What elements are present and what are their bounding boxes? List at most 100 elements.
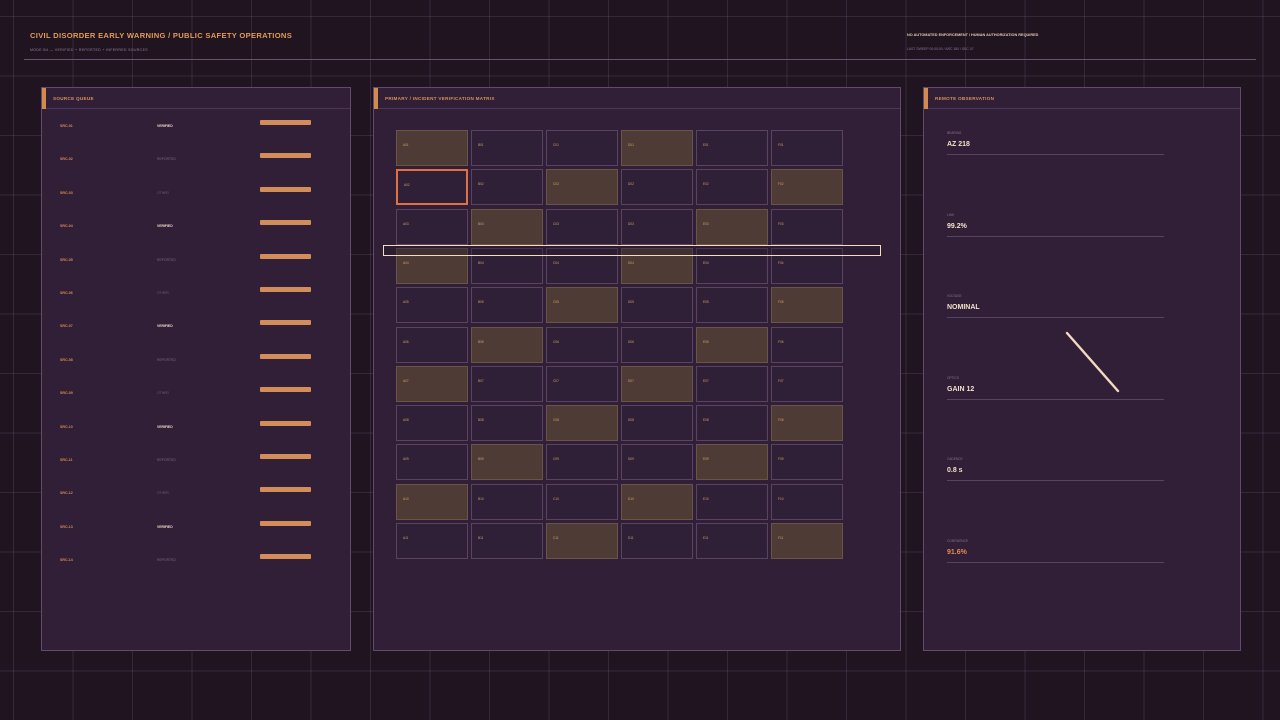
source-queue-row[interactable]: SRC-10 VERIFIED (42, 420, 352, 433)
matrix-cell[interactable]: C01 (546, 130, 618, 166)
matrix-cell-label: B05 (478, 300, 484, 305)
matrix-cell-label: A06 (403, 339, 409, 344)
scan-line-overlay[interactable] (383, 245, 881, 256)
source-queue-row[interactable]: SRC-04 VERIFIED (42, 220, 352, 232)
matrix-cell[interactable]: D06 (621, 326, 693, 363)
matrix-cell[interactable]: B01 (471, 130, 543, 166)
matrix-cell[interactable]: A07 (396, 365, 468, 402)
matrix-cell[interactable]: F02 (771, 169, 843, 206)
matrix-cell[interactable]: B07 (471, 365, 543, 402)
matrix-cell-label: F05 (778, 300, 784, 305)
matrix-cell[interactable]: C08 (546, 405, 618, 442)
source-queue-row[interactable]: SRC-06 OTHER (42, 287, 352, 299)
source-queue-row[interactable]: SRC-07 VERIFIED (42, 320, 352, 332)
matrix-cell[interactable]: A03 (396, 208, 468, 245)
matrix-cell[interactable]: C07 (546, 365, 618, 402)
matrix-cell[interactable]: E02 (696, 169, 768, 206)
matrix-cell[interactable]: F01 (771, 130, 843, 166)
source-queue-row[interactable]: SRC-11 REPORTED (42, 454, 352, 466)
matrix-cell[interactable]: B02 (471, 169, 543, 206)
matrix-cell[interactable]: A08 (396, 405, 468, 442)
matrix-cell[interactable]: D05 (621, 287, 693, 324)
source-status: VERIFIED (157, 324, 173, 329)
matrix-cell-label: A09 (403, 457, 409, 462)
source-queue-row[interactable]: SRC-02 REPORTED (42, 153, 352, 165)
matrix-cell[interactable]: C02 (546, 169, 618, 206)
matrix-cell[interactable]: D10 (621, 483, 693, 520)
matrix-cell-label: E03 (703, 221, 709, 226)
matrix-cell-label: C05 (553, 300, 559, 305)
observation-item: BEARING AZ 218 (947, 131, 1164, 155)
matrix-cell[interactable]: E07 (696, 365, 768, 402)
matrix-cell[interactable]: F05 (771, 287, 843, 324)
source-queue-row[interactable]: SRC-03 OTHER (42, 186, 352, 199)
matrix-cell[interactable]: F08 (771, 405, 843, 442)
matrix-cell[interactable]: D03 (621, 208, 693, 245)
matrix-cell[interactable]: E08 (696, 405, 768, 442)
source-queue-row[interactable]: SRC-13 VERIFIED (42, 520, 352, 533)
source-queue-row[interactable]: SRC-14 REPORTED (42, 554, 352, 566)
matrix-cell[interactable]: C09 (546, 444, 618, 481)
matrix-cell[interactable]: D11 (621, 523, 693, 559)
matrix-cell[interactable]: A05 (396, 287, 468, 324)
source-queue-row[interactable]: SRC-05 REPORTED (42, 253, 352, 266)
matrix-cell[interactable]: A06 (396, 326, 468, 363)
matrix-cell[interactable]: A11 (396, 523, 468, 559)
matrix-cell[interactable]: B11 (471, 523, 543, 559)
matrix-cell-label: D07 (628, 378, 634, 383)
matrix-cell-label: E01 (703, 143, 709, 147)
source-queue-row[interactable]: SRC-08 REPORTED (42, 353, 352, 366)
matrix-cell[interactable]: C05 (546, 287, 618, 324)
matrix-cell[interactable]: D01 (621, 130, 693, 166)
matrix-cell[interactable]: C11 (546, 523, 618, 559)
matrix-cell[interactable]: A10 (396, 483, 468, 520)
matrix-cell[interactable]: C06 (546, 326, 618, 363)
matrix-cell-label: D01 (628, 143, 634, 147)
matrix-cell-label: B01 (478, 143, 484, 147)
matrix-cell[interactable]: E05 (696, 287, 768, 324)
matrix-cell[interactable]: F07 (771, 365, 843, 402)
matrix-cell[interactable]: D09 (621, 444, 693, 481)
matrix-cell[interactable]: B03 (471, 208, 543, 245)
header-subtitle: MODE B4 — VERIFIED + REPORTED + INFERRED… (30, 48, 148, 52)
matrix-cell[interactable]: D07 (621, 365, 693, 402)
matrix-cell[interactable]: B06 (471, 326, 543, 363)
matrix-cell[interactable]: E10 (696, 483, 768, 520)
matrix-cell[interactable]: F10 (771, 483, 843, 520)
matrix-cell-label: A02 (404, 183, 410, 188)
matrix-cell-label: F02 (778, 182, 784, 187)
matrix-cell[interactable]: E11 (696, 523, 768, 559)
matrix-cell[interactable]: E09 (696, 444, 768, 481)
source-id: SRC-03 (60, 190, 73, 195)
matrix-cell[interactable]: A01 (396, 130, 468, 166)
matrix-cell[interactable]: C10 (546, 483, 618, 520)
matrix-cell[interactable]: E03 (696, 208, 768, 245)
matrix-cell[interactable]: F03 (771, 208, 843, 245)
matrix-cell-label: E02 (703, 182, 709, 187)
matrix-cell[interactable]: B10 (471, 483, 543, 520)
matrix-cell-label: C08 (553, 418, 559, 423)
source-queue-row[interactable]: SRC-09 OTHER (42, 387, 352, 399)
matrix-cell[interactable]: B05 (471, 287, 543, 324)
matrix-cell[interactable]: B09 (471, 444, 543, 481)
matrix-cell[interactable]: F06 (771, 326, 843, 363)
matrix-cell-label: D06 (628, 339, 634, 344)
source-id: SRC-01 (60, 124, 73, 128)
matrix-cell[interactable]: E06 (696, 326, 768, 363)
matrix-cell[interactable]: A02 (396, 169, 468, 206)
matrix-cell[interactable]: F11 (771, 523, 843, 559)
source-queue-row[interactable]: SRC-12 OTHER (42, 487, 352, 499)
matrix-cell-label: F11 (778, 536, 784, 540)
matrix-cell[interactable]: E01 (696, 130, 768, 166)
source-id: SRC-09 (60, 391, 73, 396)
matrix-cell-label: B03 (478, 221, 484, 226)
matrix-cell[interactable]: C03 (546, 208, 618, 245)
matrix-cell[interactable]: F09 (771, 444, 843, 481)
header-divider (24, 59, 1256, 60)
matrix-cell[interactable]: B08 (471, 405, 543, 442)
source-queue-row[interactable]: SRC-01 VERIFIED (42, 120, 352, 132)
observation-item: OPTICS GAIN 12 (947, 376, 1164, 400)
matrix-cell[interactable]: D02 (621, 169, 693, 206)
matrix-cell[interactable]: A09 (396, 444, 468, 481)
matrix-cell[interactable]: D08 (621, 405, 693, 442)
